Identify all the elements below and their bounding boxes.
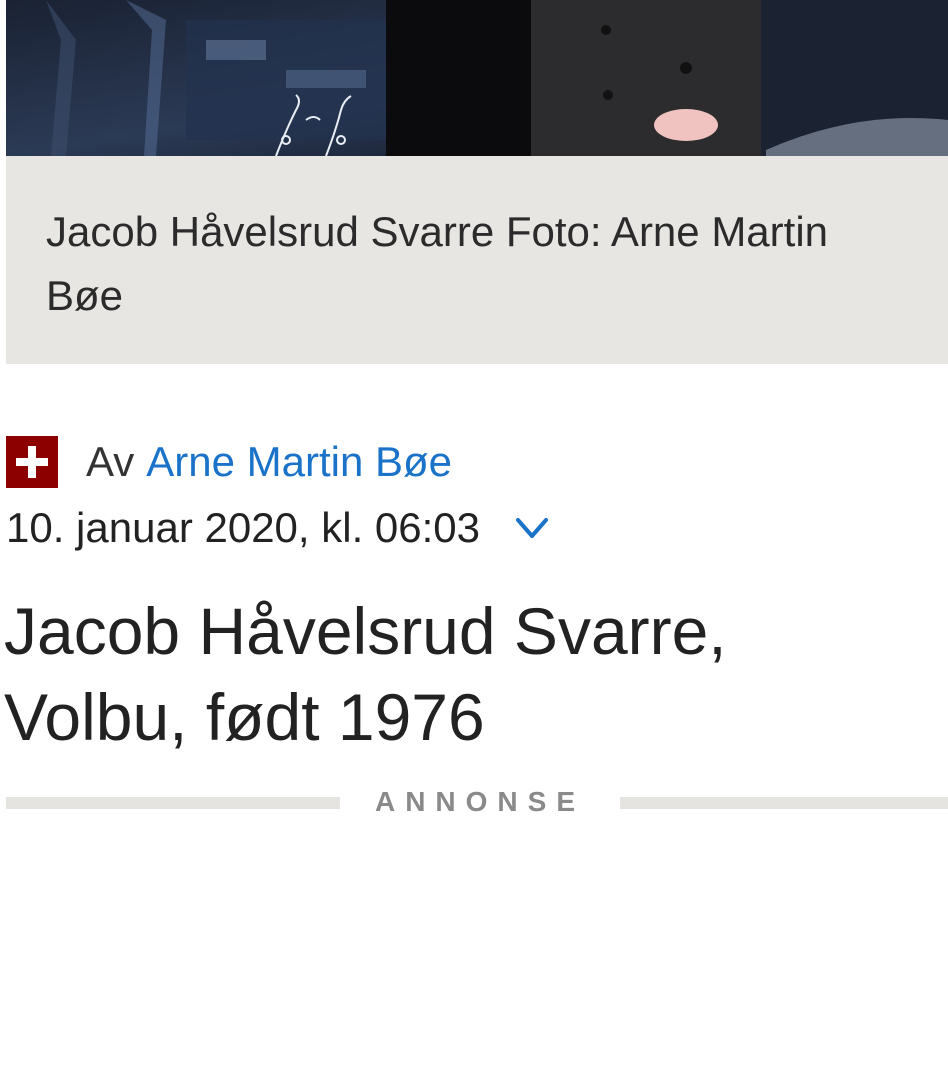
- photo-image: [6, 0, 948, 156]
- article-photo[interactable]: [6, 0, 948, 156]
- byline-prefix: Av: [86, 438, 135, 485]
- publish-date: 10. januar 2020, kl. 06:03: [6, 504, 481, 551]
- caption-text: Jacob Håvelsrud Svarre Foto: Arne Martin…: [46, 208, 829, 319]
- dateline: 10. januar 2020, kl. 06:03: [6, 500, 552, 556]
- ad-divider-left: [6, 797, 340, 809]
- chevron-down-icon[interactable]: [512, 508, 552, 548]
- article-headline: Jacob Håvelsrud Svarre, Volbu, født 1976: [4, 594, 727, 754]
- byline: Av Arne Martin Bøe: [6, 436, 452, 488]
- photo-caption: Jacob Håvelsrud Svarre Foto: Arne Martin…: [6, 156, 948, 364]
- ad-separator: ANNONSE: [6, 784, 948, 820]
- ad-divider-right: [620, 797, 948, 809]
- author-link[interactable]: Arne Martin Bøe: [146, 438, 452, 486]
- ad-label: ANNONSE: [374, 786, 585, 817]
- swiss-flag-icon: [6, 436, 58, 488]
